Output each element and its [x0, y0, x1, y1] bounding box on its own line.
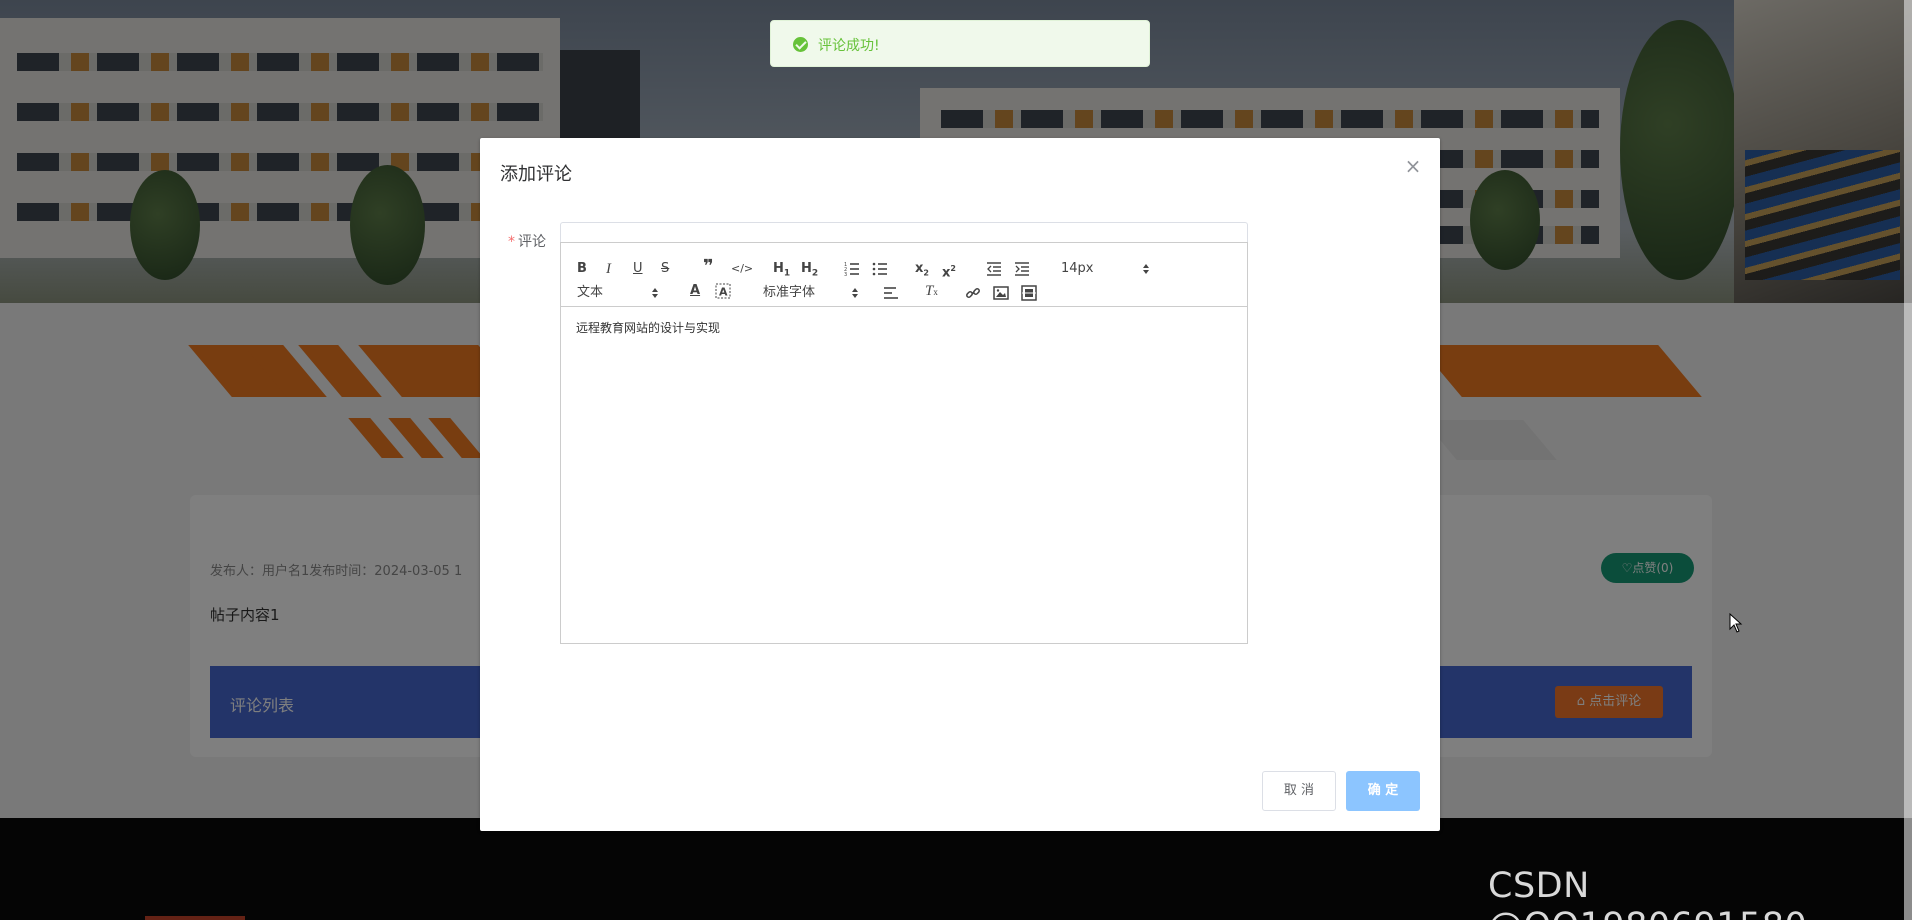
italic-icon[interactable]: I [606, 261, 611, 277]
close-icon[interactable]: × [1403, 156, 1423, 176]
chevron-updown-icon [1143, 264, 1149, 274]
required-mark: * [508, 234, 515, 250]
code-block-icon[interactable]: </> [731, 261, 753, 277]
superscript-icon[interactable]: x2 [942, 261, 956, 280]
watermark: CSDN @QQ1980691580 [1488, 866, 1807, 920]
background-color-icon[interactable]: A [715, 283, 731, 299]
indent-icon[interactable] [1014, 261, 1030, 277]
font-size-value: 14px [1061, 261, 1094, 276]
page: 发布人：用户名1发布时间：2024-03-05 1 帖子内容1 ♡点赞(0) 评… [0, 0, 1912, 920]
outdent-icon[interactable] [986, 261, 1002, 277]
editor-content[interactable]: 远程教育网站的设计与实现 [561, 307, 1247, 643]
bold-icon[interactable]: B [577, 261, 587, 277]
align-icon[interactable] [883, 285, 899, 301]
font-size-select[interactable]: 14px [1061, 261, 1151, 277]
comment-label-text: 评论 [518, 234, 546, 250]
mouse-cursor-icon [1729, 613, 1743, 633]
underline-icon[interactable]: U [633, 261, 643, 277]
svg-text:3: 3 [844, 272, 847, 277]
header-2-icon[interactable]: H2 [801, 261, 818, 279]
chevron-updown-icon [652, 288, 658, 298]
editor-toolbar: B I U S ❞ </> H1 H2 123 x2 x2 14px 文本 A … [561, 243, 1247, 307]
blockquote-icon[interactable]: ❞ [703, 258, 714, 276]
bullet-list-icon[interactable] [872, 261, 888, 277]
toast-message: 评论成功! [818, 38, 880, 54]
cancel-button[interactable]: 取 消 [1262, 771, 1336, 811]
scrollbar-strip [1904, 0, 1912, 920]
header-select[interactable]: 文本 [577, 285, 667, 301]
header-1-icon[interactable]: H1 [773, 261, 790, 279]
dialog-title: 添加评论 [500, 164, 572, 185]
confirm-button[interactable]: 确 定 [1346, 771, 1420, 811]
font-color-icon[interactable]: A [690, 283, 700, 299]
subscript-icon[interactable]: x2 [915, 261, 929, 278]
check-circle-icon [793, 37, 808, 52]
add-comment-dialog: 添加评论 × * 评论 B I U S ❞ </> H1 H2 123 x2 x… [480, 138, 1440, 831]
ordered-list-icon[interactable]: 123 [844, 261, 860, 277]
strike-icon[interactable]: S [661, 261, 669, 277]
link-icon[interactable] [965, 285, 981, 301]
video-icon[interactable] [1021, 285, 1037, 301]
chevron-updown-icon [852, 288, 858, 298]
rich-text-editor: B I U S ❞ </> H1 H2 123 x2 x2 14px 文本 A … [560, 242, 1248, 644]
image-icon[interactable] [993, 285, 1009, 301]
clear-format-icon[interactable]: Tx [925, 283, 938, 299]
font-family-select[interactable]: 标准字体 [763, 285, 863, 301]
header-select-value: 文本 [577, 285, 604, 300]
comment-field-label: * 评论 [508, 231, 546, 251]
svg-text:A: A [719, 286, 728, 299]
editor-top-border [560, 222, 1248, 242]
success-toast: 评论成功! [770, 20, 1150, 67]
font-family-value: 标准字体 [763, 285, 816, 300]
